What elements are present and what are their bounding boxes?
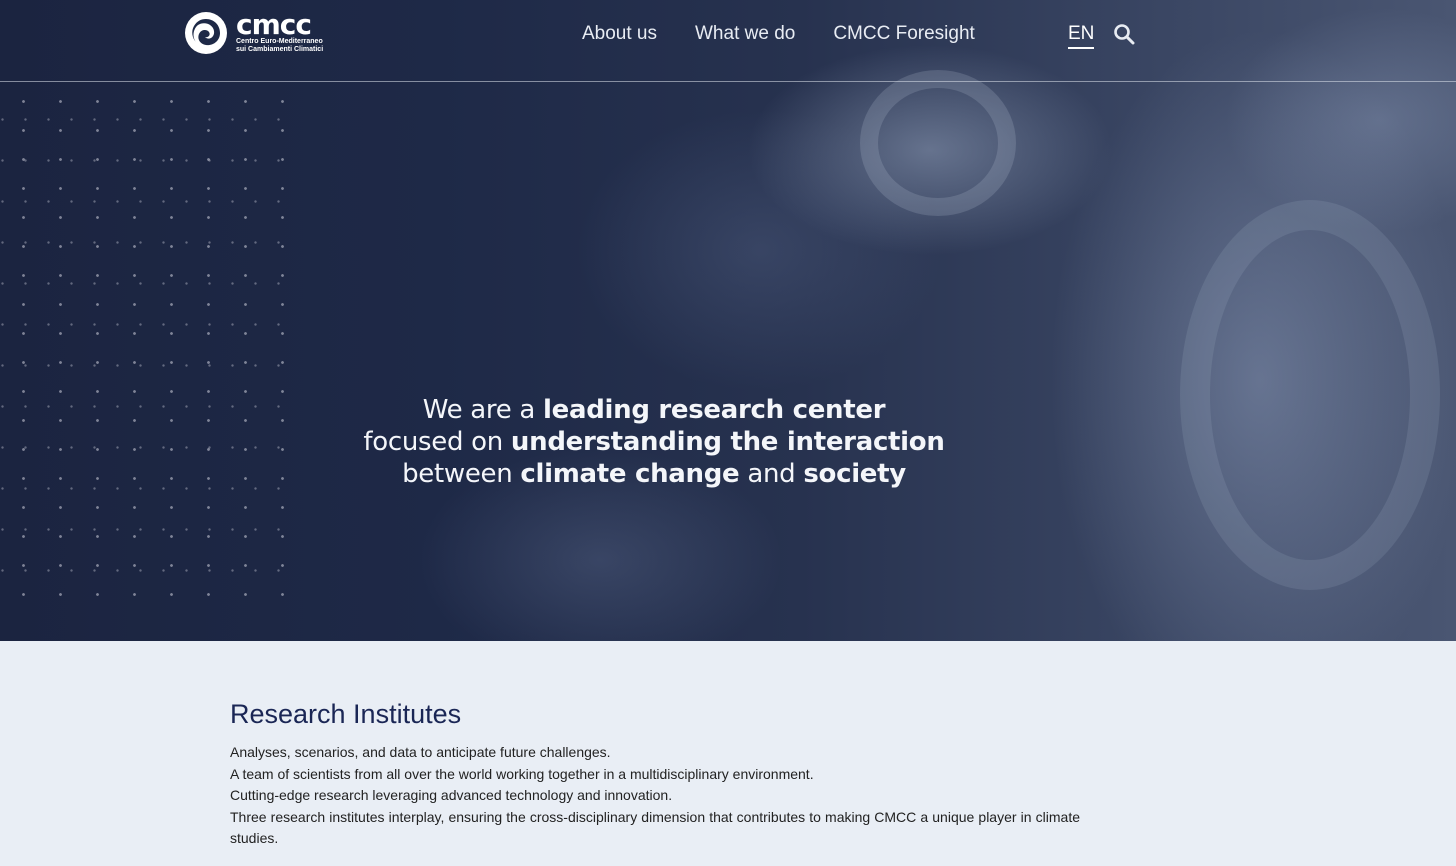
tagline-line1: We are a leading research center — [328, 394, 980, 426]
nav-cmcc-foresight[interactable]: CMCC Foresight — [833, 22, 974, 46]
description-paragraph: Cutting-edge research leveraging advance… — [230, 787, 673, 804]
tagline-line3: between climate change and society — [328, 458, 980, 490]
language-selector[interactable]: EN — [1068, 22, 1095, 49]
logo-text: cmcc Centro Euro-Mediterraneo sui Cambia… — [236, 8, 324, 54]
description-paragraph: Three research institutes interplay, ens… — [230, 808, 1080, 847]
section-title: Research Institutes — [230, 699, 462, 729]
cloud-swirl-decoration — [1180, 200, 1440, 590]
hero-banner: cmcc Centro Euro-Mediterraneo sui Cambia… — [0, 0, 1456, 641]
tagline-text: We are a — [422, 395, 544, 425]
tagline-text: and — [739, 459, 804, 489]
tagline-emphasis: society — [803, 459, 906, 489]
tagline-emphasis: understanding the interaction — [510, 427, 945, 457]
logo-wordmark: cmcc — [236, 8, 312, 41]
tagline-text: between — [402, 459, 521, 489]
city-lights-decoration — [0, 80, 300, 600]
nav-what-we-do[interactable]: What we do — [695, 22, 795, 46]
section-description: Analyses, scenarios, and data to anticip… — [230, 742, 1080, 850]
description-paragraph: Analyses, scenarios, and data to anticip… — [230, 744, 611, 760]
hero-tagline: We are a leading research center focused… — [328, 394, 980, 490]
nav-about-us[interactable]: About us — [582, 22, 657, 46]
description-paragraph: A team of scientists from all over the w… — [230, 765, 814, 782]
logo-subtitle-line2: sui Cambiamenti Climatici — [236, 46, 324, 53]
cmcc-logo[interactable]: cmcc Centro Euro-Mediterraneo sui Cambia… — [184, 10, 323, 56]
logo-subtitle-line1: Centro Euro-Mediterraneo — [236, 38, 323, 45]
search-icon[interactable] — [1113, 23, 1135, 45]
main-nav: About us What we do CMCC Foresight — [582, 22, 975, 46]
tagline-emphasis: climate change — [520, 459, 740, 489]
top-navigation-bar: cmcc Centro Euro-Mediterraneo sui Cambia… — [0, 0, 1456, 82]
cloud-swirl-decoration — [860, 70, 1016, 216]
tagline-text: focused on — [363, 427, 511, 457]
tagline-line2: focused on understanding the interaction — [328, 426, 980, 458]
research-institutes-section: Research Institutes Analyses, scenarios,… — [230, 696, 1080, 850]
tagline-emphasis: leading research center — [543, 395, 886, 425]
cmcc-swirl-logo-icon — [185, 12, 227, 54]
